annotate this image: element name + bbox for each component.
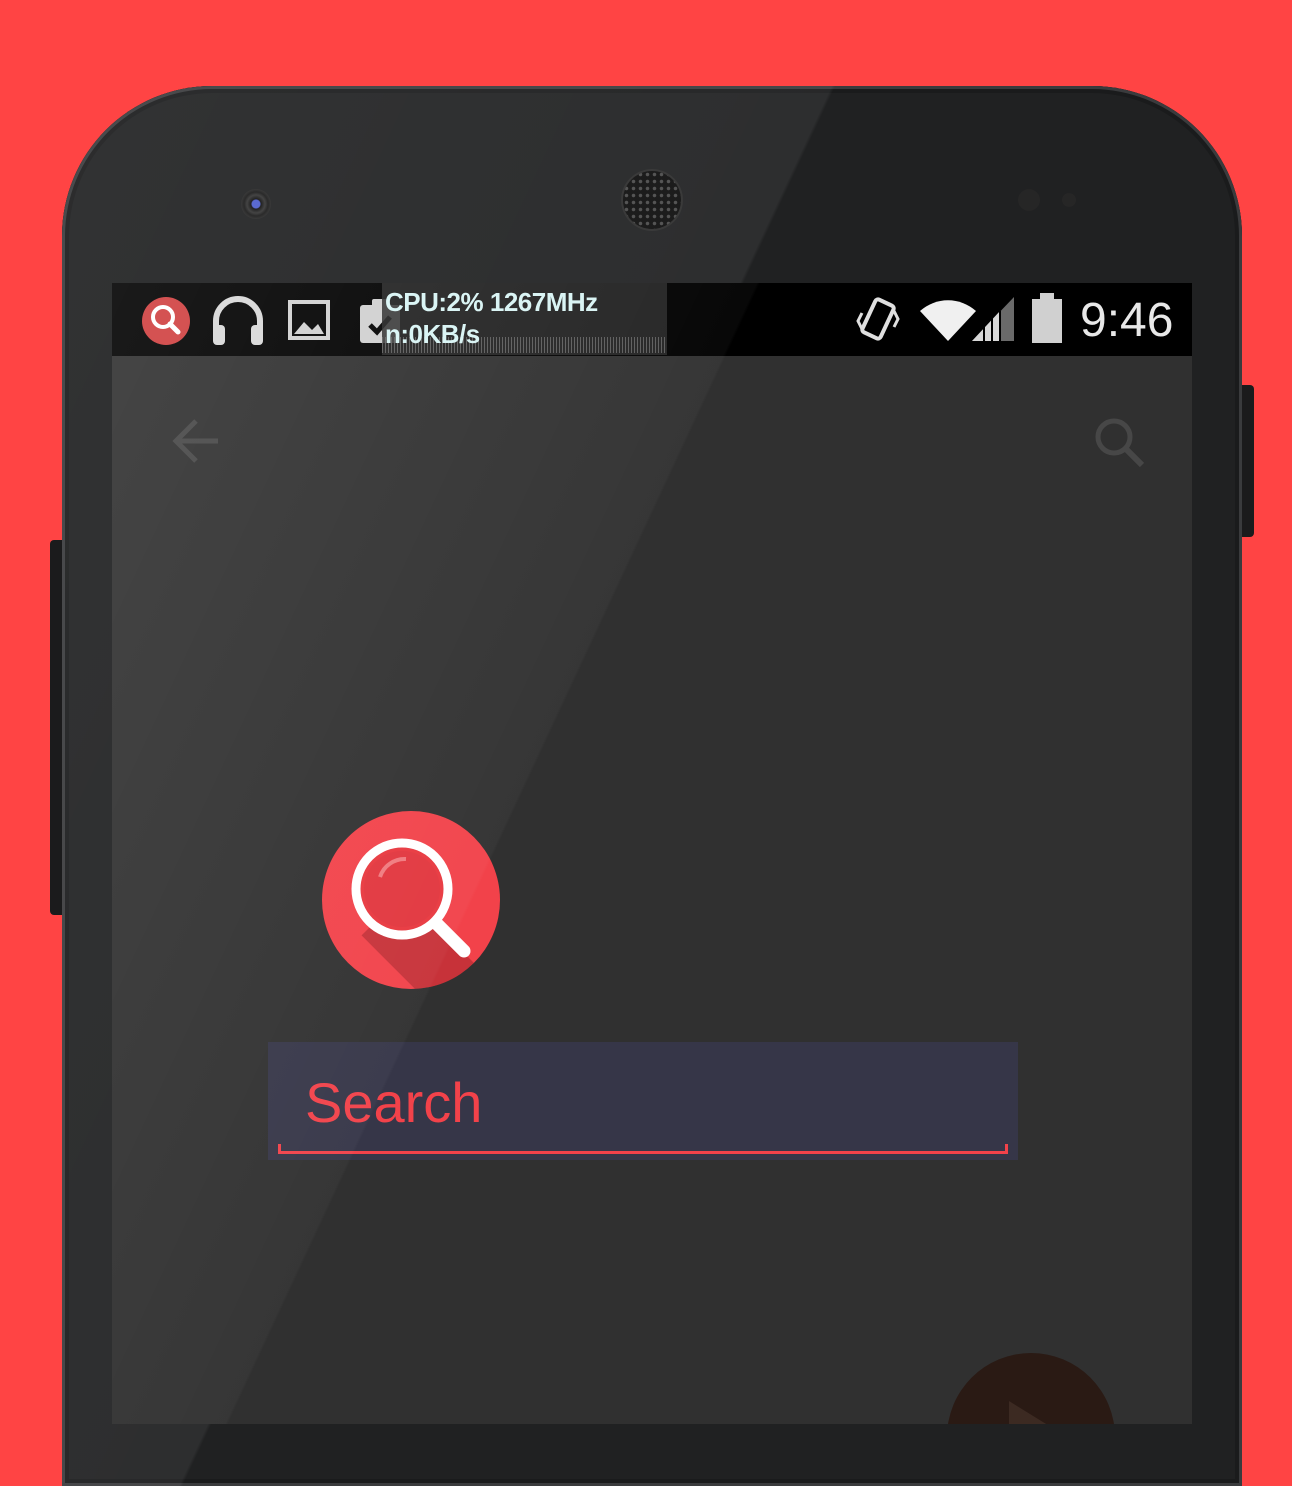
toolbar-search-icon[interactable] xyxy=(1092,415,1146,469)
network-speed-text: n:0KB/s xyxy=(385,319,480,349)
play-icon xyxy=(1009,1401,1047,1424)
arrow-back-icon[interactable] xyxy=(170,417,222,465)
headphones-icon[interactable] xyxy=(210,295,266,347)
earpiece-speaker xyxy=(623,171,681,229)
image-icon[interactable] xyxy=(288,300,330,340)
cpu-monitor-overlay: CPU:2% 1267MHz n:0KB/s xyxy=(382,283,667,355)
volume-button xyxy=(1242,385,1254,537)
battery-icon xyxy=(1032,293,1062,343)
status-bar: CPU:2% 1267MHz n:0KB/s 9:46 xyxy=(112,283,1192,356)
search-underline xyxy=(278,1144,1008,1154)
status-clock: 9:46 xyxy=(1080,294,1174,347)
play-button[interactable] xyxy=(947,1353,1115,1424)
power-button xyxy=(50,540,62,915)
signal-icon xyxy=(972,297,1014,341)
search-placeholder: Search xyxy=(305,1071,483,1134)
screen: CPU:2% 1267MHz n:0KB/s 9:46 Search xyxy=(112,283,1192,1424)
cpu-text: CPU:2% 1267MHz xyxy=(385,287,598,317)
search-input[interactable]: Search xyxy=(268,1042,1018,1160)
magnifier-logo-icon xyxy=(322,811,500,989)
front-camera xyxy=(241,189,271,219)
wifi-icon xyxy=(920,300,976,341)
vibrate-icon xyxy=(856,297,900,341)
proximity-sensor xyxy=(1018,189,1040,211)
light-sensor xyxy=(1062,193,1076,207)
search-icon[interactable] xyxy=(140,295,192,347)
